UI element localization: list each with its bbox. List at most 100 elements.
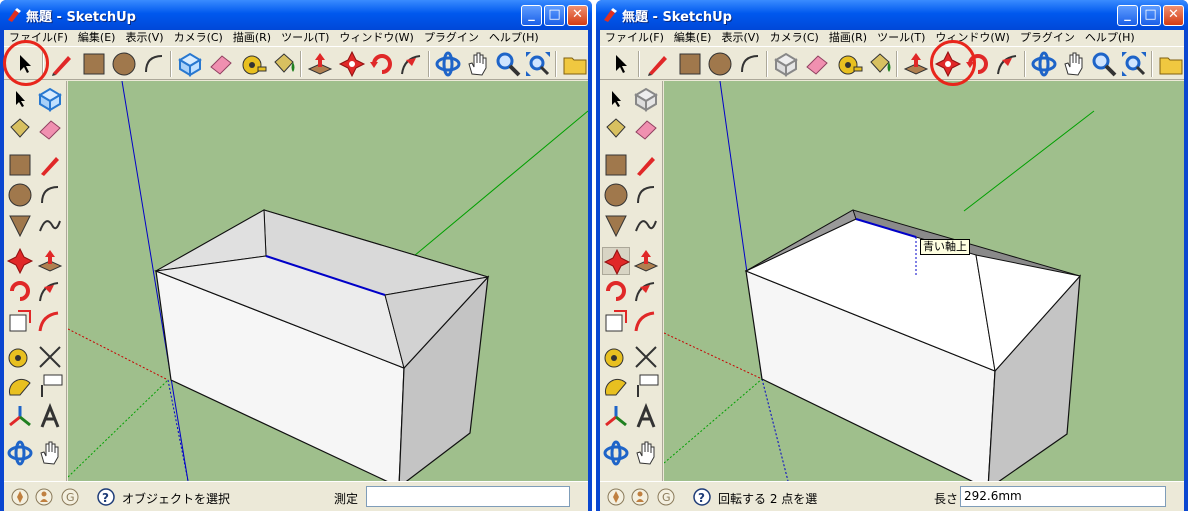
circle-tool-side[interactable] xyxy=(602,181,630,209)
menu-help[interactable]: ヘルプ(H) xyxy=(484,30,544,45)
axes-tool-side[interactable] xyxy=(602,403,630,431)
move-tool-side-active[interactable] xyxy=(602,247,631,276)
polygon-tool-side[interactable] xyxy=(6,211,34,239)
menu-view[interactable]: 表示(V) xyxy=(716,30,764,45)
scale-tool-side[interactable] xyxy=(6,307,34,335)
arc-tool-side[interactable] xyxy=(36,181,64,209)
google-signin-icon[interactable]: G xyxy=(656,487,676,507)
arc-tool-button[interactable] xyxy=(140,50,168,78)
pan-tool-side[interactable] xyxy=(36,439,64,467)
zoom-extents-button[interactable] xyxy=(524,50,552,78)
polygon-tool-side[interactable] xyxy=(602,211,630,239)
menu-edit[interactable]: 編集(E) xyxy=(73,30,121,45)
scale-tool-side[interactable] xyxy=(602,307,630,335)
measurements-input[interactable] xyxy=(366,486,570,507)
rectangle-tool-button[interactable] xyxy=(80,50,108,78)
protractor-tool-side[interactable] xyxy=(602,373,630,401)
offset-tool-side[interactable] xyxy=(36,307,64,335)
push-pull-tool-side[interactable] xyxy=(36,247,64,275)
help-question-icon[interactable]: ? xyxy=(692,487,712,507)
make-component-button[interactable] xyxy=(176,50,204,78)
menu-help[interactable]: ヘルプ(H) xyxy=(1080,30,1140,45)
menu-edit[interactable]: 編集(E) xyxy=(669,30,717,45)
circle-tool-side[interactable] xyxy=(6,181,34,209)
zoom-tool-button[interactable] xyxy=(1090,50,1118,78)
tape-measure-button[interactable] xyxy=(836,50,864,78)
menu-draw[interactable]: 描画(R) xyxy=(824,30,872,45)
minimize-button[interactable]: _ xyxy=(1117,5,1138,26)
help-question-icon[interactable]: ? xyxy=(96,487,116,507)
push-pull-button[interactable] xyxy=(306,50,334,78)
protractor-tool-side[interactable] xyxy=(6,373,34,401)
rotate-tool-side[interactable] xyxy=(602,277,630,305)
pan-tool-button[interactable] xyxy=(464,50,492,78)
zoom-tool-button[interactable] xyxy=(494,50,522,78)
pan-tool-side[interactable] xyxy=(632,439,660,467)
orbit-tool-button[interactable] xyxy=(1030,50,1058,78)
tape-measure-button[interactable] xyxy=(240,50,268,78)
pencil-tool-side[interactable] xyxy=(36,151,64,179)
follow-me-tool-side[interactable] xyxy=(36,277,64,305)
follow-me-tool-side[interactable] xyxy=(632,277,660,305)
select-tool-side[interactable] xyxy=(6,85,34,113)
circle-tool-button[interactable] xyxy=(706,50,734,78)
menu-view[interactable]: 表示(V) xyxy=(120,30,168,45)
modeling-viewport[interactable] xyxy=(68,81,588,481)
title-bar[interactable]: 無題 - SketchUp _ □ ✕ xyxy=(596,0,1188,30)
axes-tool-side[interactable] xyxy=(6,403,34,431)
title-bar[interactable]: 無題 - SketchUp _ □ ✕ xyxy=(0,0,592,30)
pencil-tool-side[interactable] xyxy=(632,151,660,179)
tape-tool-side[interactable] xyxy=(602,343,630,371)
select-tool-button[interactable] xyxy=(606,50,634,78)
maximize-button[interactable]: □ xyxy=(1140,5,1161,26)
3d-text-tool-side[interactable] xyxy=(632,402,660,431)
open-file-button[interactable] xyxy=(1156,50,1184,78)
zoom-extents-button[interactable] xyxy=(1120,50,1148,78)
freehand-tool-side[interactable] xyxy=(632,211,660,239)
orbit-tool-side[interactable] xyxy=(6,439,34,467)
eraser-tool-button[interactable] xyxy=(207,50,235,78)
menu-file[interactable]: ファイル(F) xyxy=(600,30,669,45)
close-button[interactable]: ✕ xyxy=(567,5,588,26)
menu-plugins[interactable]: プラグイン xyxy=(1015,30,1080,45)
arc-tool-button[interactable] xyxy=(736,50,764,78)
pencil-tool-button[interactable] xyxy=(48,50,76,78)
paint-tool-side[interactable] xyxy=(602,115,630,143)
component-tool-side[interactable] xyxy=(632,85,660,113)
maximize-button[interactable]: □ xyxy=(544,5,565,26)
minimize-button[interactable]: _ xyxy=(521,5,542,26)
menu-tools[interactable]: ツール(T) xyxy=(276,30,334,45)
orbit-tool-side[interactable] xyxy=(602,439,630,467)
open-file-button[interactable] xyxy=(560,50,588,78)
text-tool-side[interactable] xyxy=(36,373,64,401)
rectangle-tool-side[interactable] xyxy=(602,151,630,179)
rotate-tool-button[interactable] xyxy=(368,50,396,78)
paint-bucket-button[interactable] xyxy=(270,50,298,78)
credits-icon[interactable] xyxy=(34,487,54,507)
measurements-input[interactable]: 292.6mm xyxy=(960,486,1166,507)
google-signin-icon[interactable]: G xyxy=(60,487,80,507)
eraser-tool-side[interactable] xyxy=(36,115,64,143)
rectangle-tool-button[interactable] xyxy=(676,50,704,78)
menu-camera[interactable]: カメラ(C) xyxy=(169,30,228,45)
pan-tool-button[interactable] xyxy=(1060,50,1088,78)
component-tool-side[interactable] xyxy=(36,85,64,113)
move-tool-button[interactable] xyxy=(338,50,366,78)
modeling-viewport[interactable]: 青い軸上 xyxy=(664,81,1184,481)
arc-tool-side[interactable] xyxy=(632,181,660,209)
menu-window[interactable]: ウィンドウ(W) xyxy=(334,30,418,45)
dimension-tool-side[interactable] xyxy=(632,343,660,371)
close-button[interactable]: ✕ xyxy=(1163,5,1184,26)
eraser-tool-side[interactable] xyxy=(632,115,660,143)
follow-me-button[interactable] xyxy=(398,50,426,78)
paint-tool-side[interactable] xyxy=(6,115,34,143)
follow-me-button[interactable] xyxy=(994,50,1022,78)
push-pull-button[interactable] xyxy=(902,50,930,78)
menu-tools[interactable]: ツール(T) xyxy=(872,30,930,45)
rectangle-tool-side[interactable] xyxy=(6,151,34,179)
circle-tool-button[interactable] xyxy=(110,50,138,78)
orbit-tool-button[interactable] xyxy=(434,50,462,78)
menu-draw[interactable]: 描画(R) xyxy=(228,30,276,45)
rotate-tool-side[interactable] xyxy=(6,277,34,305)
dimension-tool-side[interactable] xyxy=(36,343,64,371)
